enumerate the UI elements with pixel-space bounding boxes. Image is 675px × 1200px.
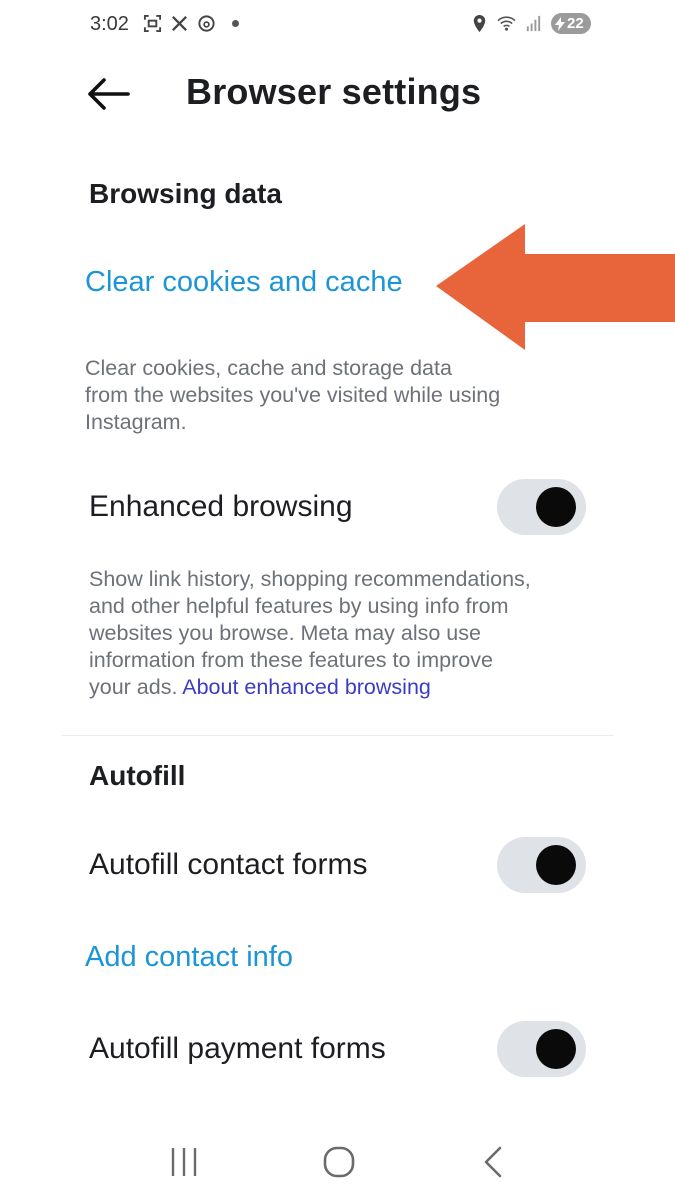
autofill-contact-label: Autofill contact forms — [89, 848, 368, 881]
enhanced-desc-line-last: your ads. About enhanced browsing — [89, 674, 531, 701]
location-icon — [473, 14, 486, 33]
annotation-arrow-shape — [436, 224, 675, 350]
app-header: Browser settings — [0, 60, 675, 126]
battery-indicator: 22 — [551, 13, 591, 34]
enhanced-desc-last-text: your ads. — [89, 675, 178, 699]
charging-icon — [555, 16, 565, 31]
toggle-knob — [536, 1029, 576, 1069]
signal-icon — [526, 15, 541, 32]
status-bar: 3:02 22 — [0, 0, 675, 52]
enhanced-browsing-label: Enhanced browsing — [89, 490, 353, 523]
battery-level: 22 — [567, 15, 584, 32]
enhanced-desc-line: information from these features to impro… — [89, 648, 493, 672]
status-right-icons: 22 — [470, 13, 591, 34]
autofill-contact-toggle[interactable] — [497, 837, 586, 893]
threads-icon — [198, 15, 215, 32]
status-left-icons — [143, 14, 239, 33]
autofill-payment-toggle[interactable] — [497, 1021, 586, 1077]
about-enhanced-browsing-link[interactable]: About enhanced browsing — [182, 675, 431, 699]
recent-apps-icon[interactable] — [162, 1140, 206, 1184]
status-time: 3:02 — [90, 13, 129, 35]
x-icon — [172, 16, 187, 31]
clear-desc-line: Instagram. — [85, 410, 187, 434]
home-icon[interactable] — [317, 1140, 361, 1184]
section-divider — [62, 735, 614, 736]
notification-dot-icon — [232, 20, 239, 27]
system-back-icon[interactable] — [472, 1140, 516, 1184]
section-title-browsing-data: Browsing data — [89, 178, 282, 209]
autofill-payment-label: Autofill payment forms — [89, 1032, 386, 1065]
toggle-knob — [536, 845, 576, 885]
screenshot-icon — [143, 14, 162, 33]
add-contact-info-link[interactable]: Add contact info — [85, 941, 293, 974]
enhanced-browsing-description: Show link history, shopping recommendati… — [89, 566, 531, 701]
wifi-icon — [497, 16, 516, 31]
enhanced-desc-line: websites you browse. Meta may also use — [89, 621, 481, 645]
enhanced-desc-line: Show link history, shopping recommendati… — [89, 567, 531, 591]
clear-desc-line: Clear cookies, cache and storage data — [85, 356, 452, 380]
system-nav-bar — [0, 1122, 675, 1200]
clear-desc-line: from the websites you've visited while u… — [85, 383, 501, 407]
annotation-arrow-icon — [436, 224, 675, 350]
enhanced-browsing-toggle[interactable] — [497, 479, 586, 535]
clear-cookies-description: Clear cookies, cache and storage data fr… — [85, 355, 500, 436]
section-title-autofill: Autofill — [89, 760, 186, 791]
back-arrow-icon[interactable] — [84, 74, 132, 114]
clear-cookies-link[interactable]: Clear cookies and cache — [85, 266, 403, 299]
enhanced-desc-line: and other helpful features by using info… — [89, 594, 509, 618]
toggle-knob — [536, 487, 576, 527]
page-title: Browser settings — [186, 71, 482, 112]
